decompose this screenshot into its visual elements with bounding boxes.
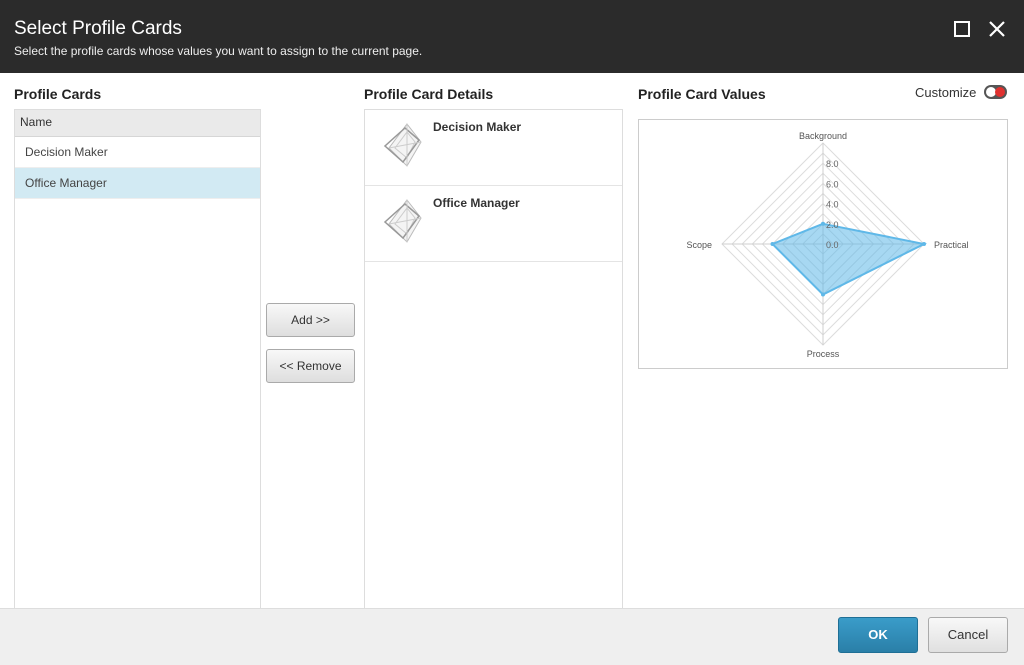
profile-card-values-title: Profile Card Values — [638, 86, 766, 102]
profile-cards-list: Name Decision Maker Office Manager — [14, 109, 261, 609]
tick-label: 6.0 — [826, 179, 839, 189]
detail-card-name: Decision Maker — [433, 120, 522, 134]
customize-toggle[interactable] — [984, 85, 1007, 99]
list-item[interactable]: Decision Maker — [15, 137, 260, 168]
add-button[interactable]: Add >> — [266, 303, 355, 337]
toggle-indicator — [995, 87, 1005, 97]
tick-label: 8.0 — [826, 159, 839, 169]
close-icon[interactable] — [986, 18, 1008, 40]
axis-label: Practical — [934, 240, 969, 250]
data-point — [770, 242, 775, 246]
ok-button[interactable]: OK — [838, 617, 918, 653]
detail-card[interactable]: Office Manager — [365, 186, 622, 262]
radar-chart-container: 0.0 2.0 4.0 6.0 8.0 Background Practical Proces… — [638, 119, 1008, 369]
dialog-title: Select Profile Cards — [14, 18, 182, 39]
radar-thumbnail-icon — [383, 199, 422, 243]
profile-card-details-panel: Decision Maker Office Manager — [364, 109, 623, 609]
detail-card-name: Office Manager — [433, 196, 520, 210]
profile-cards-title: Profile Cards — [14, 86, 102, 102]
series-area — [770, 222, 928, 296]
remove-button[interactable]: << Remove — [266, 349, 355, 383]
cancel-button[interactable]: Cancel — [928, 617, 1008, 653]
tick-label: 0.0 — [826, 240, 839, 250]
tick-label: 4.0 — [826, 200, 839, 210]
data-point — [821, 292, 825, 297]
tick-label: 2.0 — [826, 220, 839, 230]
column-header-name[interactable]: Name — [15, 110, 260, 137]
list-item[interactable]: Office Manager — [15, 168, 260, 199]
axis-label: Scope — [686, 240, 712, 250]
dialog-header: Select Profile Cards Select the profile … — [0, 0, 1024, 73]
customize-label: Customize — [915, 85, 977, 100]
data-point — [821, 221, 825, 226]
maximize-icon[interactable] — [951, 18, 973, 40]
dialog-subtitle: Select the profile cards whose values yo… — [14, 44, 423, 58]
profile-card-details-title: Profile Card Details — [364, 86, 494, 102]
detail-card[interactable]: Decision Maker — [365, 110, 622, 186]
axis-label: Background — [799, 131, 847, 141]
axis-label: Process — [807, 349, 840, 359]
radar-chart: 0.0 2.0 4.0 6.0 8.0 Background Practical Proces… — [686, 131, 969, 359]
radar-thumbnail-icon — [383, 123, 422, 167]
data-point — [922, 242, 926, 246]
